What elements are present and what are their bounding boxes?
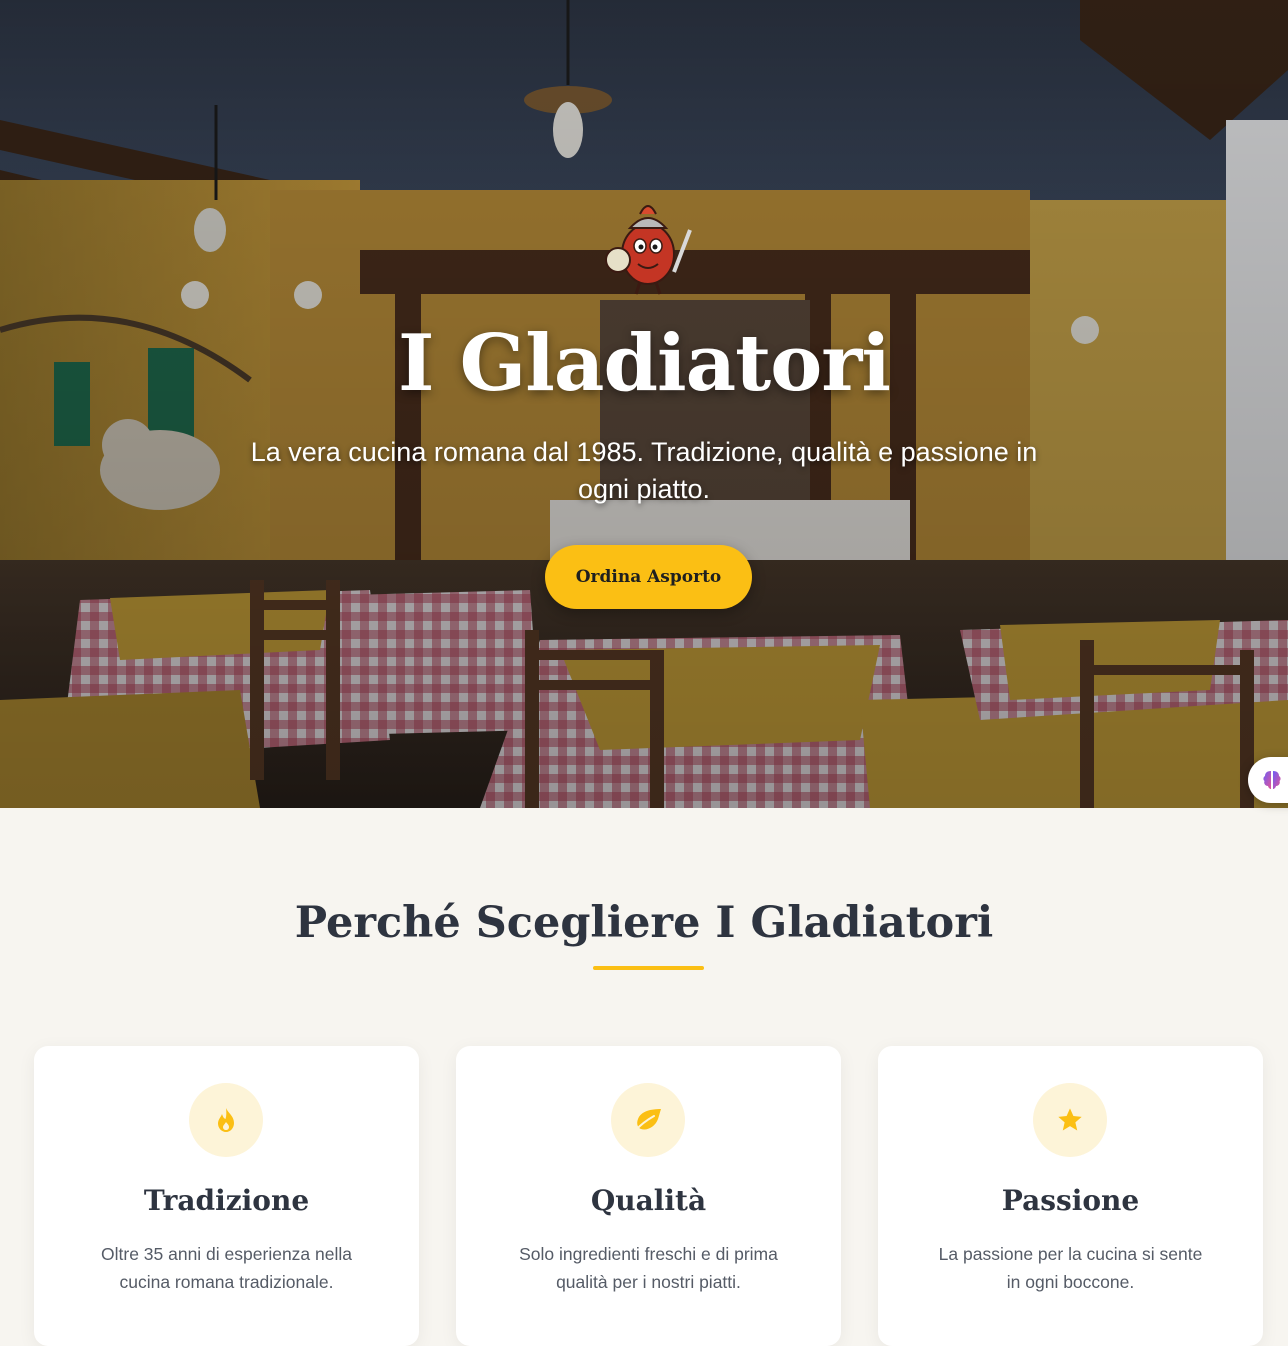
feature-card-title: Tradizione xyxy=(143,1184,310,1217)
feature-card-title: Qualità xyxy=(590,1184,707,1217)
hero-section: I Gladiatori La vera cucina romana dal 1… xyxy=(0,0,1288,808)
fire-icon xyxy=(189,1083,263,1157)
leaf-icon xyxy=(611,1083,685,1157)
feature-card-qualita: Qualità Solo ingredienti freschi e di pr… xyxy=(456,1046,841,1346)
gladiator-mascot-logo xyxy=(605,205,692,295)
brain-icon xyxy=(1263,771,1281,789)
features-section-title: Perché Scegliere I Gladiatori xyxy=(294,898,994,948)
feature-card-tradizione: Tradizione Oltre 35 anni di esperienza n… xyxy=(34,1046,419,1346)
feature-card-passione: Passione La passione per la cucina si se… xyxy=(878,1046,1263,1346)
title-underline-divider xyxy=(593,966,704,970)
floating-assistant-widget[interactable] xyxy=(1248,757,1288,803)
feature-card-text: Oltre 35 anni di esperienza nella cucina… xyxy=(101,1244,352,1292)
order-takeaway-button[interactable]: Ordina Asporto xyxy=(545,545,752,609)
hero-title: I Gladiatori xyxy=(398,318,891,409)
hero-subtitle: La vera cucina romana dal 1985. Tradizio… xyxy=(250,437,1038,504)
feature-card-text: Solo ingredienti freschi e di prima qual… xyxy=(519,1244,778,1292)
feature-card-title: Passione xyxy=(1001,1184,1140,1217)
feature-card-text: La passione per la cucina si sente in og… xyxy=(938,1244,1203,1292)
star-icon xyxy=(1033,1083,1107,1157)
